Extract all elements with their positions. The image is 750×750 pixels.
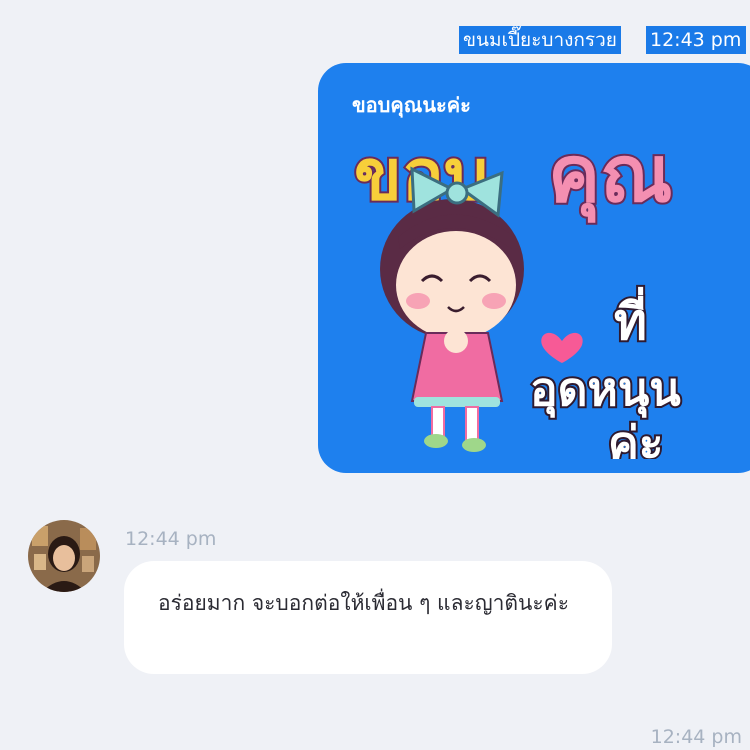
sticker-caption: ขอบคุณนะค่ะ	[352, 93, 471, 117]
sticker-text-kha: ค่ะ	[608, 416, 663, 459]
sticker-message-bubble[interactable]: ขอบคุณนะค่ะ ขอบ คุณ ที่	[318, 63, 750, 473]
thank-you-sticker-image: ขอบ คุณ ที่ อุดหนุน ค่ะ	[352, 128, 683, 459]
message-timestamp: 12:43 pm	[646, 26, 746, 54]
avatar-photo-icon	[28, 520, 100, 592]
sender-name-label: ขนมเปี๊ยะบางกรวย	[459, 26, 621, 54]
incoming-message-time: 12:44 pm	[125, 528, 217, 550]
sticker-text-thee: ที่	[614, 287, 647, 351]
incoming-message-bubble[interactable]: อร่อยมาก จะบอกต่อให้เพื่อน ๆ และญาตินะค่…	[124, 561, 612, 674]
user-avatar[interactable]	[28, 520, 100, 592]
incoming-message-text: อร่อยมาก จะบอกต่อให้เพื่อน ๆ และญาตินะค่…	[158, 591, 570, 615]
sticker-text-udnun: อุดหนุน	[530, 362, 681, 418]
sticker-text-khun: คุณ	[548, 130, 673, 223]
outgoing-message-time: 12:44 pm	[650, 726, 742, 748]
